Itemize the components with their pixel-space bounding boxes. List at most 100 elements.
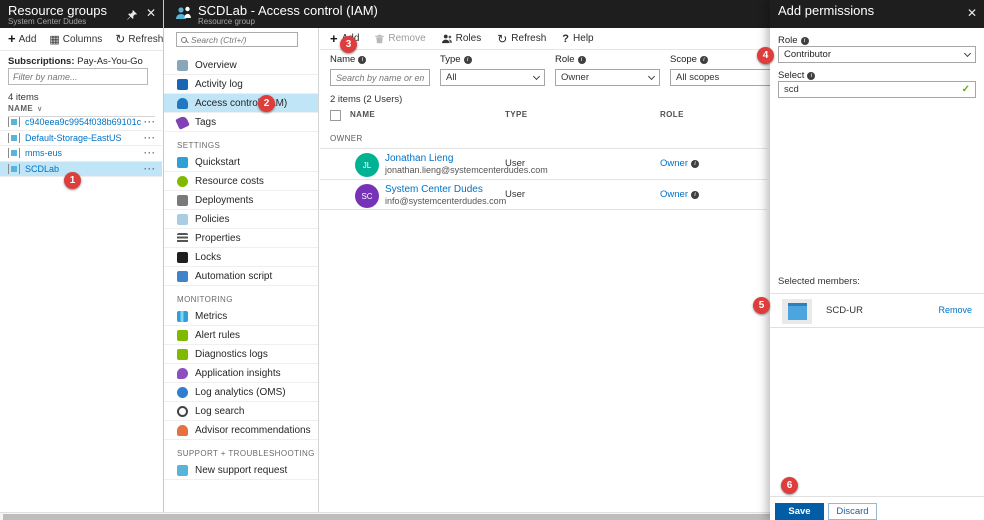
resource-group-row[interactable]: c940eea9c9954f038b69101c ··· bbox=[0, 115, 162, 131]
row-context-menu-icon[interactable]: ··· bbox=[144, 148, 156, 158]
member-search-input[interactable] bbox=[784, 84, 962, 95]
menu-item[interactable]: Resource costs bbox=[164, 172, 318, 191]
menu-list: Overview Activity log Access control (IA… bbox=[164, 56, 318, 480]
resource-group-link[interactable]: SCDLab bbox=[25, 164, 144, 174]
overview-icon bbox=[177, 59, 188, 71]
person-icon bbox=[441, 34, 452, 43]
refresh-icon: ↻ bbox=[115, 32, 126, 46]
close-icon[interactable]: ✕ bbox=[146, 6, 156, 20]
blade-menu: Overview Activity log Access control (IA… bbox=[164, 28, 319, 512]
scrollbar-thumb[interactable] bbox=[3, 514, 789, 520]
menu-item[interactable]: Locks bbox=[164, 248, 318, 267]
row-context-menu-icon[interactable]: ··· bbox=[144, 117, 156, 127]
role-link[interactable]: Owner bbox=[660, 158, 688, 169]
menu-item[interactable]: Advisor recommendations bbox=[164, 421, 318, 440]
menu-item[interactable]: Alert rules bbox=[164, 326, 318, 345]
table-row[interactable]: JL Jonathan Lieng jonathan.lieng@systemc… bbox=[320, 148, 767, 179]
selected-members-label: Selected members: bbox=[778, 276, 860, 287]
role-assignment-list: JL Jonathan Lieng jonathan.lieng@systemc… bbox=[320, 148, 767, 210]
columns-button[interactable]: ▦ Columns bbox=[49, 33, 102, 46]
menu-search-input[interactable] bbox=[191, 34, 293, 45]
row-context-menu-icon[interactable]: ··· bbox=[144, 133, 156, 143]
type-filter-select[interactable]: All bbox=[440, 69, 545, 86]
menu-search-box[interactable] bbox=[176, 32, 298, 47]
refresh-button[interactable]: ↻ Refresh bbox=[115, 32, 163, 46]
step-badge-3: 3 bbox=[340, 36, 357, 53]
menu-item[interactable]: Automation script bbox=[164, 267, 318, 286]
role-filter-select[interactable]: Owner bbox=[555, 69, 660, 86]
select-all-checkbox[interactable] bbox=[330, 110, 341, 121]
resource-group-row[interactable]: Default-Storage-EastUS ··· bbox=[0, 131, 162, 146]
scope-filter-select[interactable]: All scopes bbox=[670, 69, 770, 86]
resource-group-link[interactable]: Default-Storage-EastUS bbox=[25, 133, 144, 143]
group-header: OWNER bbox=[330, 134, 363, 143]
menu-item[interactable]: Log search bbox=[164, 402, 318, 421]
locks-icon bbox=[177, 251, 188, 263]
policies-icon bbox=[177, 213, 188, 225]
main-toolbar: +Add Remove Roles ↻Refresh ?Help bbox=[320, 28, 770, 50]
trash-icon bbox=[375, 34, 385, 43]
menu-item[interactable]: Application insights bbox=[164, 364, 318, 383]
advisor-icon bbox=[177, 424, 188, 436]
columns-icon: ▦ bbox=[49, 33, 60, 46]
discard-button[interactable]: Discard bbox=[828, 503, 877, 520]
info-icon: i bbox=[699, 55, 708, 64]
pin-icon[interactable] bbox=[127, 7, 137, 25]
user-type: User bbox=[505, 158, 526, 169]
resource-groups-toolbar: + Add ▦ Columns ↻ Refresh bbox=[0, 28, 163, 51]
user-name-link[interactable]: System Center Dudes bbox=[385, 184, 483, 195]
resource-group-link[interactable]: c940eea9c9954f038b69101c bbox=[25, 117, 144, 127]
avatar: JL bbox=[355, 153, 379, 177]
info-icon: i bbox=[358, 55, 367, 64]
user-email: info@systemcenterdudes.com bbox=[385, 196, 507, 206]
select-label: Select bbox=[778, 70, 805, 81]
step-badge-1: 1 bbox=[64, 172, 81, 189]
help-icon: ? bbox=[562, 32, 570, 45]
menu-item[interactable]: Diagnostics logs bbox=[164, 345, 318, 364]
role-filter: Role i Owner bbox=[555, 54, 660, 86]
menu-item[interactable]: Metrics bbox=[164, 307, 318, 326]
menu-item[interactable]: Quickstart bbox=[164, 153, 318, 172]
resource-group-icon bbox=[8, 148, 20, 159]
role-link[interactable]: Owner bbox=[660, 189, 688, 200]
close-icon[interactable]: ✕ bbox=[967, 6, 977, 20]
menu-item[interactable]: Deployments bbox=[164, 191, 318, 210]
panel-title: Resource groups bbox=[8, 3, 107, 18]
help-button[interactable]: ? Help bbox=[562, 33, 593, 45]
user-name-link[interactable]: Jonathan Lieng bbox=[385, 153, 453, 164]
selected-member-row[interactable]: SCD-UR Remove bbox=[770, 293, 984, 328]
user-type: User bbox=[505, 189, 526, 200]
step-badge-2: 2 bbox=[258, 95, 275, 112]
add-button[interactable]: + Add bbox=[8, 32, 36, 45]
menu-item[interactable]: Policies bbox=[164, 210, 318, 229]
table-header: NAME TYPE ROLE bbox=[330, 110, 770, 124]
save-button[interactable]: Save bbox=[775, 503, 824, 520]
row-context-menu-icon[interactable]: ··· bbox=[144, 164, 156, 174]
name-filter-input[interactable] bbox=[336, 72, 424, 83]
menu-item[interactable]: Access control (IAM) bbox=[164, 94, 318, 113]
menu-item[interactable]: Activity log bbox=[164, 75, 318, 94]
resource-group-icon bbox=[8, 163, 20, 174]
resource-group-row[interactable]: SCDLab ··· bbox=[0, 161, 162, 177]
remove-button[interactable]: Remove bbox=[375, 33, 426, 44]
blade-subtitle: Resource group bbox=[198, 17, 255, 26]
refresh-button[interactable]: ↻ Refresh bbox=[497, 33, 546, 45]
valid-check-icon: ✓ bbox=[961, 84, 970, 95]
menu-item[interactable]: New support request bbox=[164, 461, 318, 480]
info-icon: i bbox=[463, 55, 472, 64]
menu-item[interactable]: Overview bbox=[164, 56, 318, 75]
roles-button[interactable]: Roles bbox=[441, 33, 481, 44]
remove-member-link[interactable]: Remove bbox=[938, 305, 972, 315]
avatar: SC bbox=[355, 184, 379, 208]
menu-item[interactable]: Log analytics (OMS) bbox=[164, 383, 318, 402]
role-select[interactable]: Contributor bbox=[778, 46, 976, 63]
properties-icon bbox=[177, 232, 188, 244]
resource-group-row[interactable]: mms-eus ··· bbox=[0, 146, 162, 162]
menu-item[interactable]: Tags bbox=[164, 113, 318, 132]
filter-by-name-input[interactable] bbox=[8, 68, 148, 85]
table-row[interactable]: SC System Center Dudes info@systemcenter… bbox=[320, 179, 767, 210]
alert-rules-icon bbox=[177, 329, 188, 341]
resource-group-link[interactable]: mms-eus bbox=[25, 148, 144, 158]
menu-item[interactable]: Properties bbox=[164, 229, 318, 248]
info-icon: i bbox=[690, 190, 699, 199]
